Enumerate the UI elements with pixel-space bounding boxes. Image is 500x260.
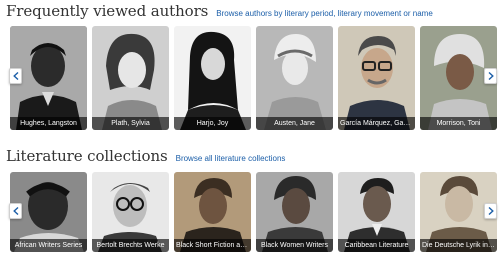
chevron-left-icon — [12, 72, 18, 80]
author-name: Hughes, Langston — [10, 117, 87, 130]
collections-next-button[interactable] — [484, 203, 497, 219]
chevron-right-icon — [488, 72, 494, 80]
collection-name: Bertolt Brechts Werke — [92, 239, 169, 252]
author-card-garcia-marquez[interactable]: García Márquez, Gabriel — [338, 26, 415, 130]
collections-carousel: African Writers Series Bertolt Brechts W… — [0, 172, 500, 252]
author-portrait — [174, 26, 251, 130]
author-card-plath[interactable]: Plath, Sylvia — [92, 26, 169, 130]
browse-collections-link[interactable]: Browse all literature collections — [176, 154, 286, 163]
authors-prev-button[interactable] — [9, 68, 22, 84]
authors-header: Frequently viewed authors Browse authors… — [6, 2, 433, 20]
collection-card-caribbean[interactable]: Caribbean Literature — [338, 172, 415, 252]
authors-title: Frequently viewed authors — [6, 2, 209, 20]
collection-card-black-women-writers[interactable]: Black Women Writers — [256, 172, 333, 252]
author-portrait — [338, 26, 415, 130]
author-name: Austen, Jane — [256, 117, 333, 130]
author-name: Harjo, Joy — [174, 117, 251, 130]
collection-name: Die Deutsche Lyrik in Re... — [420, 239, 497, 252]
author-name: García Márquez, Gabriel — [338, 117, 415, 130]
collection-name: Black Short Fiction and ... — [174, 239, 251, 252]
collection-name: Caribbean Literature — [338, 239, 415, 252]
collection-name: African Writers Series — [10, 239, 87, 252]
chevron-left-icon — [12, 207, 18, 215]
collections-title: Literature collections — [6, 147, 168, 165]
collection-card-black-short-fiction[interactable]: Black Short Fiction and ... — [174, 172, 251, 252]
chevron-right-icon — [488, 207, 494, 215]
collections-header: Literature collections Browse all litera… — [6, 147, 285, 165]
collections-prev-button[interactable] — [9, 203, 22, 219]
collection-card-brecht[interactable]: Bertolt Brechts Werke — [92, 172, 169, 252]
author-card-harjo[interactable]: Harjo, Joy — [174, 26, 251, 130]
author-portrait — [92, 26, 169, 130]
authors-next-button[interactable] — [484, 68, 497, 84]
author-card-austen[interactable]: Austen, Jane — [256, 26, 333, 130]
author-name: Plath, Sylvia — [92, 117, 169, 130]
browse-authors-link[interactable]: Browse authors by literary period, liter… — [216, 9, 433, 18]
author-portrait — [256, 26, 333, 130]
collection-name: Black Women Writers — [256, 239, 333, 252]
authors-carousel: Hughes, Langston Plath, Sylvia Harjo, Jo… — [0, 26, 500, 130]
author-name: Morrison, Toni — [420, 117, 497, 130]
